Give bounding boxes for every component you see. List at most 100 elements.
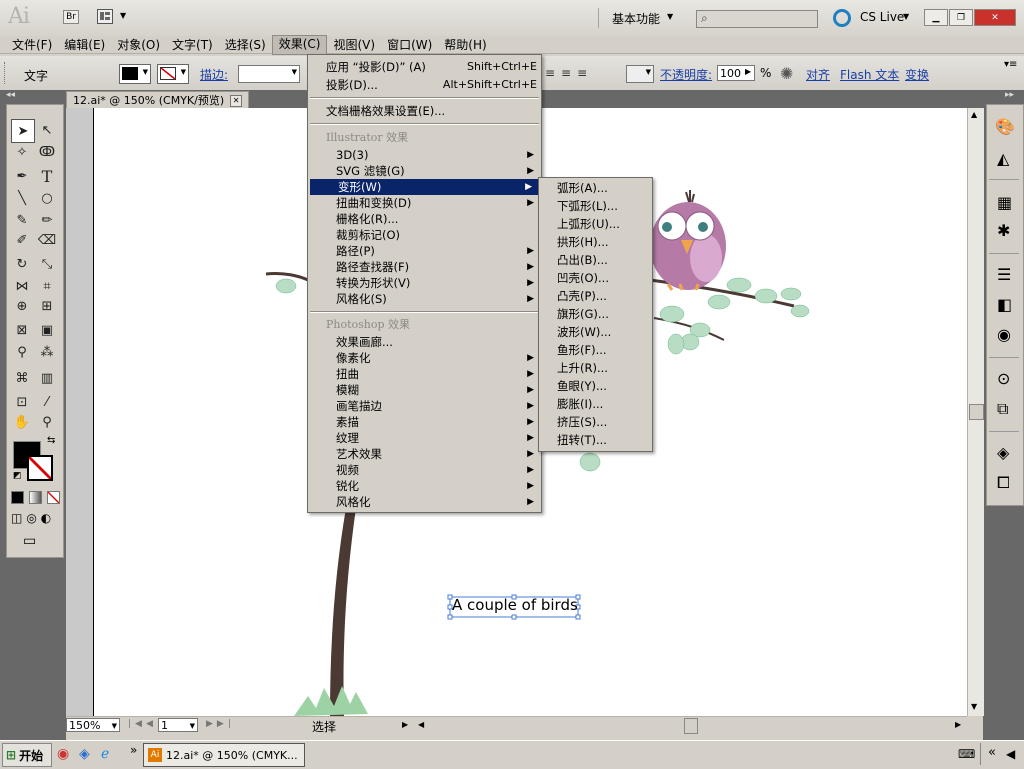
warp-shell-upper-item[interactable]: 凸壳(P)... (539, 288, 652, 304)
warp-wave-item[interactable]: 波形(W)... (539, 324, 652, 340)
warp-shell-lower-item[interactable]: 凹壳(O)... (539, 270, 652, 286)
column-graph-tool-icon[interactable]: ▥ (36, 367, 58, 389)
warp-arc-lower-item[interactable]: 下弧形(L)... (539, 198, 652, 214)
effect-stylize-item[interactable]: 风格化(S) ▶ (308, 291, 541, 307)
warp-bulge-item[interactable]: 凸出(B)... (539, 252, 652, 268)
screen-mode-icon[interactable]: ▭ (23, 533, 36, 549)
gradient-mode-button[interactable] (29, 491, 42, 504)
opacity-panel-link[interactable]: 不透明度: (660, 66, 712, 83)
artboards-panel-icon[interactable]: ⧠ (997, 473, 1010, 493)
opacity-mask-dropdown[interactable]: ▼ (626, 65, 654, 83)
raster-effects-settings-item[interactable]: 文档栅格效果设置(E)... (308, 103, 559, 119)
paintbrush-tool-icon[interactable]: ✎ (11, 209, 33, 231)
fill-color-dropdown[interactable]: ▼ (119, 64, 151, 84)
warp-flag-item[interactable]: 旗形(G)... (539, 306, 652, 322)
status-mode[interactable]: 选择 (312, 718, 336, 735)
arrange-documents-icon[interactable] (97, 9, 113, 24)
swatches-panel-icon[interactable]: ▦ (997, 193, 1012, 212)
artboard-number-input[interactable]: 1 ▼ (158, 718, 198, 732)
menu-help[interactable]: 帮助(H) (438, 36, 492, 54)
horizontal-scroll-thumb[interactable] (684, 718, 698, 734)
magic-wand-tool-icon[interactable]: ✧ (11, 141, 33, 163)
grip-handle[interactable] (4, 62, 8, 84)
scale-tool-icon[interactable]: ⤡ (36, 253, 58, 275)
effect-distort-transform-item[interactable]: 扭曲和变换(D) ▶ (308, 195, 541, 211)
mesh-tool-icon[interactable]: ⊠ (11, 319, 33, 341)
stroke-weight-input[interactable]: ▼ (238, 65, 300, 83)
scroll-down-icon[interactable]: ▼ (971, 702, 977, 711)
transform-panel-link[interactable]: 变换 (905, 66, 929, 83)
warp-fish-item[interactable]: 鱼形(F)... (539, 342, 652, 358)
hand-tool-icon[interactable]: ✋ (11, 411, 33, 433)
vertical-scrollbar[interactable]: ▲ ▼ (967, 108, 984, 716)
collapse-panel-icon[interactable]: ◂◂ (6, 90, 15, 100)
warp-rise-item[interactable]: 上升(R)... (539, 360, 652, 376)
transparency-panel-icon[interactable]: ◉ (997, 325, 1011, 344)
color-mode-button[interactable] (11, 491, 24, 504)
graphic-styles-icon[interactable]: ⧉ (997, 399, 1008, 419)
effect-video-item[interactable]: 视频 ▶ (308, 462, 541, 478)
brushes-panel-icon[interactable]: ✱ (997, 221, 1010, 240)
effect-svg-filters-item[interactable]: SVG 滤镜(G) ▶ (308, 163, 541, 179)
stroke-color-dropdown[interactable]: ▼ (157, 64, 189, 84)
workspace-switcher[interactable]: 基本功能 (612, 10, 660, 27)
none-mode-button[interactable] (47, 491, 60, 504)
next-last-artboard-icons[interactable]: ▶▶| (206, 719, 235, 729)
quicklaunch-overflow-icon[interactable]: » (130, 743, 137, 757)
shape-builder-tool-icon[interactable]: ⊕ (11, 295, 33, 317)
align-panel-link[interactable]: 对齐 (806, 66, 830, 83)
start-button[interactable]: ⊞ 开始 (2, 743, 52, 767)
keyboard-icon[interactable]: ⌨ (958, 747, 975, 761)
artboard-tool-icon[interactable]: ⊡ (11, 391, 33, 413)
cs-live-menu[interactable]: CS Live (860, 10, 904, 24)
appearance-panel-icon[interactable]: ⊙ (997, 369, 1010, 388)
bridge-button[interactable]: Br (63, 10, 79, 24)
expand-panel-icon[interactable]: ▸▸ (1005, 90, 1014, 100)
menu-object[interactable]: 对象(O) (111, 36, 166, 54)
apply-last-effect-item[interactable]: 应用 “投影(D)” (A) Shift+Ctrl+E (308, 59, 559, 75)
direct-selection-tool-icon[interactable]: ↖ (36, 119, 58, 141)
eraser-tool-icon[interactable]: ⌫ (36, 229, 58, 251)
slice-tool-icon[interactable]: ⁄ (36, 391, 58, 413)
effect-sharpen-item[interactable]: 锐化 ▶ (308, 478, 541, 494)
effect-rasterize-item[interactable]: 栅格化(R)... (308, 211, 541, 227)
recolor-artwork-icon[interactable]: ✺ (780, 64, 793, 83)
scroll-thumb[interactable] (969, 404, 984, 420)
swap-fill-stroke-icon[interactable]: ⇆ (47, 435, 55, 446)
effect-gallery-item[interactable]: 效果画廊... (308, 334, 541, 350)
effect-pixelate-item[interactable]: 像素化 ▶ (308, 350, 541, 366)
chevron-down-icon[interactable]: ▼ (903, 12, 909, 21)
blend-tool-icon[interactable]: ⁂ (36, 341, 58, 363)
eyedropper-tool-icon[interactable]: ⚲ (11, 341, 33, 363)
rotate-tool-icon[interactable]: ↻ (11, 253, 33, 275)
type-tool-icon[interactable]: T (36, 165, 58, 187)
symbol-sprayer-tool-icon[interactable]: ⌘ (11, 367, 33, 389)
color-guide-icon[interactable]: ◭ (997, 149, 1009, 168)
gradient-tool-icon[interactable]: ▣ (36, 319, 58, 341)
effect-blur-item[interactable]: 模糊 ▶ (308, 382, 541, 398)
warp-arc-item[interactable]: 弧形(A)... (539, 180, 652, 196)
warp-squeeze-item[interactable]: 挤压(S)... (539, 414, 652, 430)
effect-convert-to-shape-item[interactable]: 转换为形状(V) ▶ (308, 275, 541, 291)
line-tool-icon[interactable]: ╲ (11, 187, 33, 209)
blob-brush-tool-icon[interactable]: ✐ (11, 229, 33, 251)
warp-arc-upper-item[interactable]: 上弧形(U)... (539, 216, 652, 232)
warp-arch-item[interactable]: 拱形(H)... (539, 234, 652, 250)
effect-ps-stylize-item[interactable]: 风格化 ▶ (308, 494, 541, 510)
gradient-panel-icon[interactable]: ◧ (997, 295, 1012, 314)
effect-sketch-item[interactable]: 素描 ▶ (308, 414, 541, 430)
default-fill-stroke-icon[interactable]: ◩ (13, 471, 22, 481)
drawing-modes-icons[interactable]: ◫◎◐ (11, 511, 55, 525)
effect-brush-strokes-item[interactable]: 画笔描边 ▶ (308, 398, 541, 414)
text-object[interactable]: A couple of birds (452, 596, 578, 614)
warp-inflate-item[interactable]: 膨胀(I)... (539, 396, 652, 412)
flash-text-link[interactable]: Flash 文本 (840, 66, 899, 83)
lasso-tool-icon[interactable]: ↂ (36, 141, 58, 163)
scroll-left-icon[interactable]: ◀ (418, 720, 424, 729)
stroke-panel-link[interactable]: 描边: (200, 66, 228, 83)
effect-pathfinder-item[interactable]: 路径查找器(F) ▶ (308, 259, 541, 275)
internet-explorer-icon[interactable]: ℯ (101, 746, 109, 762)
pen-tool-icon[interactable]: ✒ (11, 165, 33, 187)
free-transform-tool-icon[interactable]: ⌗ (36, 275, 58, 297)
warp-twist-item[interactable]: 扭转(T)... (539, 432, 652, 448)
